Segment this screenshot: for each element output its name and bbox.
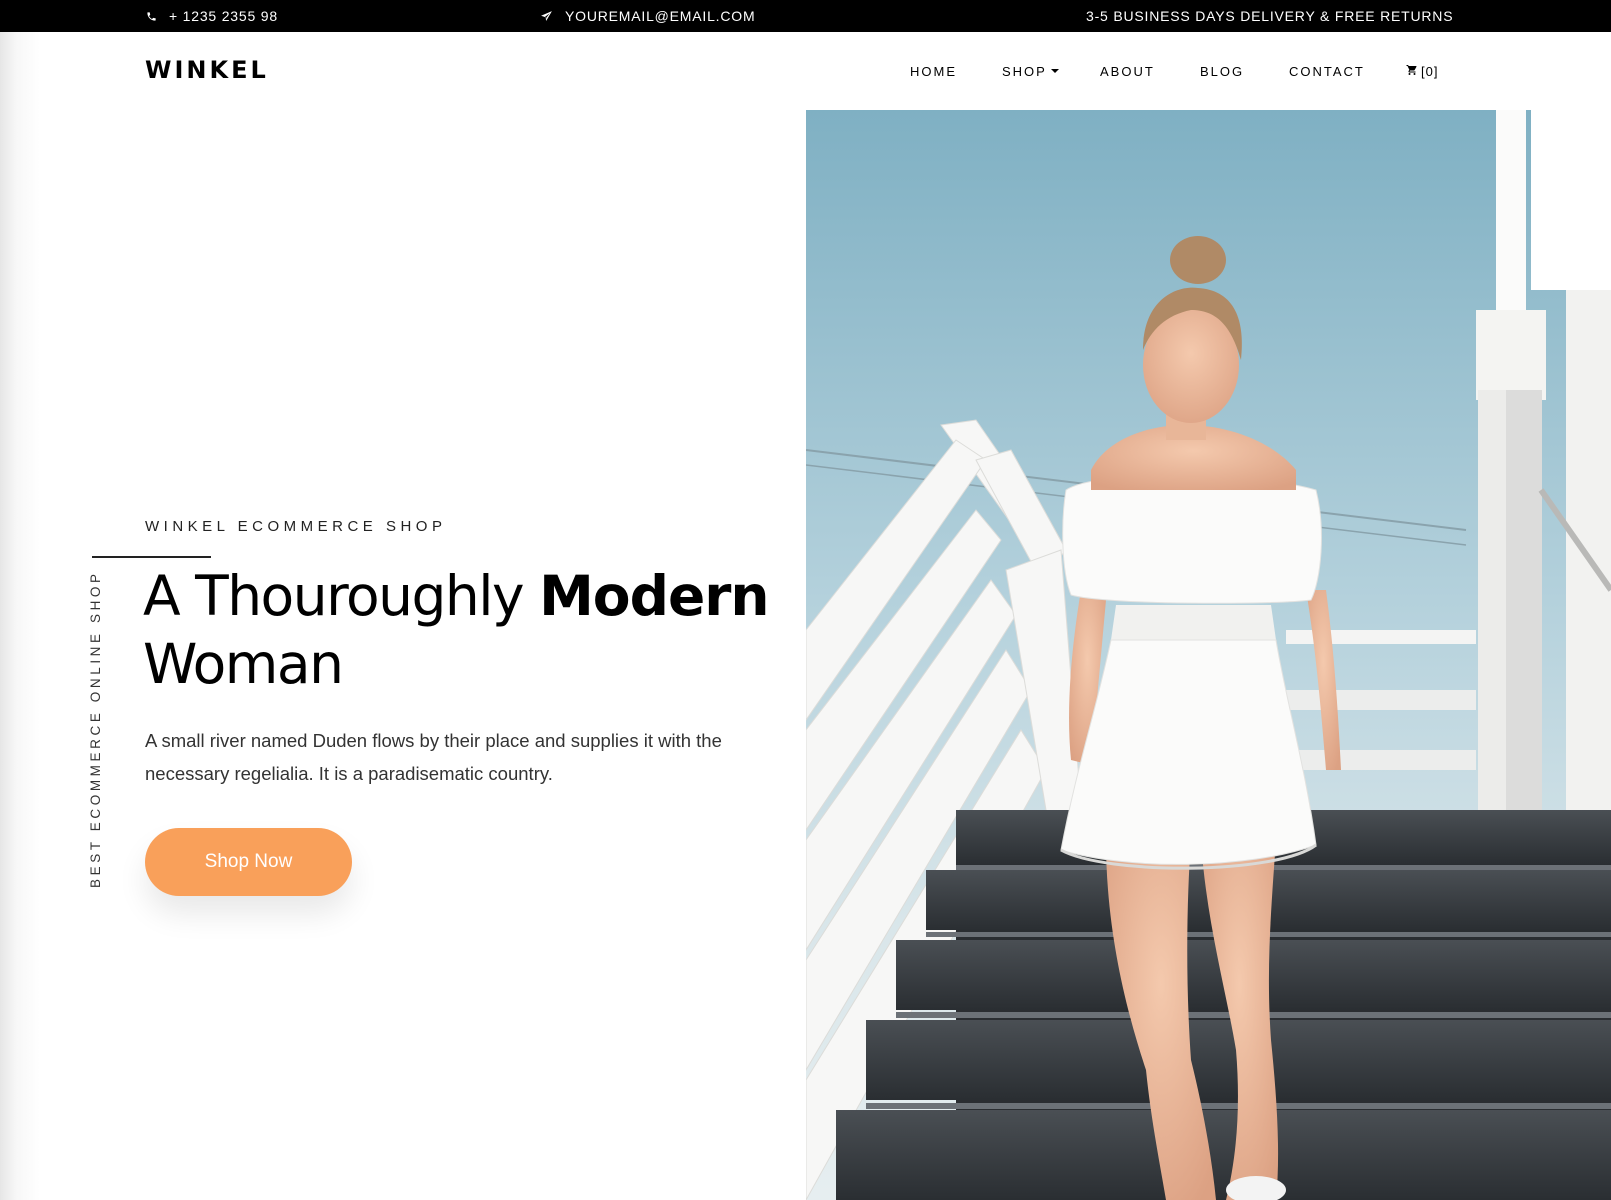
nav-item-label: ABOUT <box>1100 63 1155 79</box>
hero-description: A small river named Duden flows by their… <box>145 730 722 784</box>
nav-item-label: CONTACT <box>1289 63 1365 79</box>
shop-now-button[interactable]: Shop Now <box>145 828 352 896</box>
delivery-text: 3-5 BUSINESS DAYS DELIVERY & FREE RETURN… <box>1086 8 1454 24</box>
nav-item-label: SHOP <box>1002 63 1047 79</box>
nav-item-shop[interactable]: SHOP <box>1002 64 1059 79</box>
site-logo[interactable]: WINKEL <box>145 56 269 84</box>
email-address: YOUREMAIL@EMAIL.COM <box>565 8 756 24</box>
phone-number: + 1235 2355 98 <box>169 8 278 24</box>
hero-headline: A Thouroughly Modern Woman <box>143 562 783 698</box>
nav-cart[interactable]: [0] <box>1406 64 1438 79</box>
cart-icon <box>1406 64 1418 79</box>
nav-item-about[interactable]: ABOUT <box>1100 64 1155 79</box>
nav-item-contact[interactable]: CONTACT <box>1289 64 1365 79</box>
topbar-delivery-info: 3-5 BUSINESS DAYS DELIVERY & FREE RETURN… <box>1086 0 1453 32</box>
nav-item-label: HOME <box>910 63 957 79</box>
nav-item-blog[interactable]: BLOG <box>1200 64 1244 79</box>
vertical-tagline: BEST ECOMMERCE ONLINE SHOP <box>88 570 103 888</box>
hero-subtitle: WINKEL ECOMMERCE SHOP <box>145 518 447 535</box>
nav-item-home[interactable]: HOME <box>910 64 957 79</box>
cart-count: [0] <box>1421 63 1439 79</box>
page-edge-shadow <box>0 32 40 1200</box>
hero-image <box>806 110 1611 1200</box>
caret-down-icon <box>1050 69 1059 73</box>
nav-item-label: BLOG <box>1200 63 1245 79</box>
headline-light: A Thouroughly <box>143 564 540 628</box>
divider <box>92 556 211 558</box>
paper-plane-icon <box>540 10 553 23</box>
topbar-email[interactable]: YOUREMAIL@EMAIL.COM <box>540 0 755 32</box>
topbar-phone[interactable]: + 1235 2355 98 <box>146 0 278 32</box>
top-bar: + 1235 2355 98 YOUREMAIL@EMAIL.COM 3-5 B… <box>0 0 1611 32</box>
headline-line2: Woman <box>143 632 344 696</box>
headline-bold: Modern <box>539 564 769 628</box>
phone-icon <box>146 11 157 22</box>
